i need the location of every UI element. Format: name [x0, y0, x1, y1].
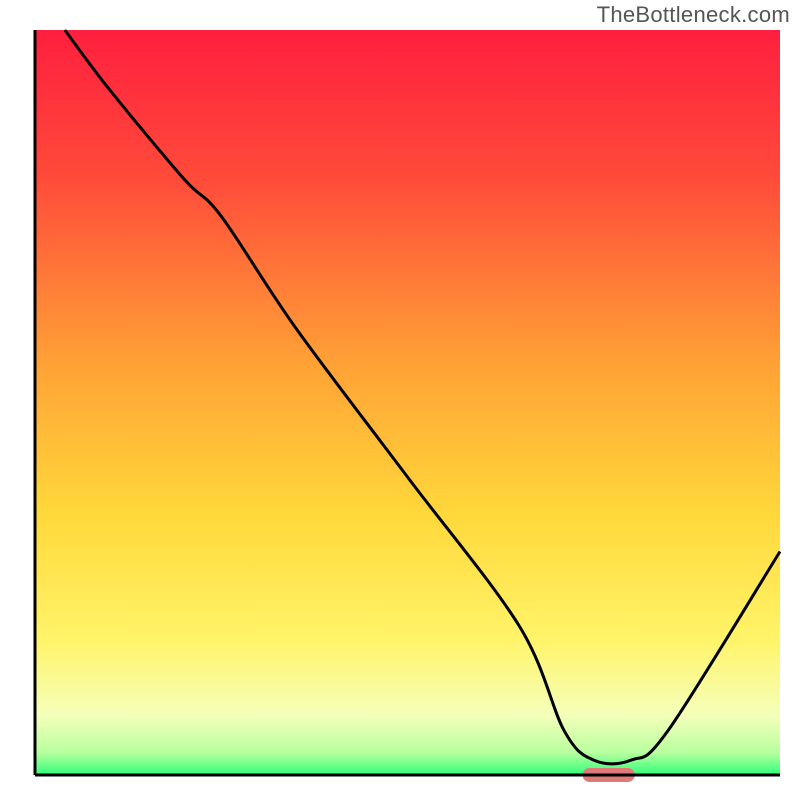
plot-area [35, 30, 780, 775]
chart-container: TheBottleneck.com [0, 0, 800, 800]
bottleneck-plot [0, 0, 800, 800]
watermark-text: TheBottleneck.com [597, 2, 790, 28]
